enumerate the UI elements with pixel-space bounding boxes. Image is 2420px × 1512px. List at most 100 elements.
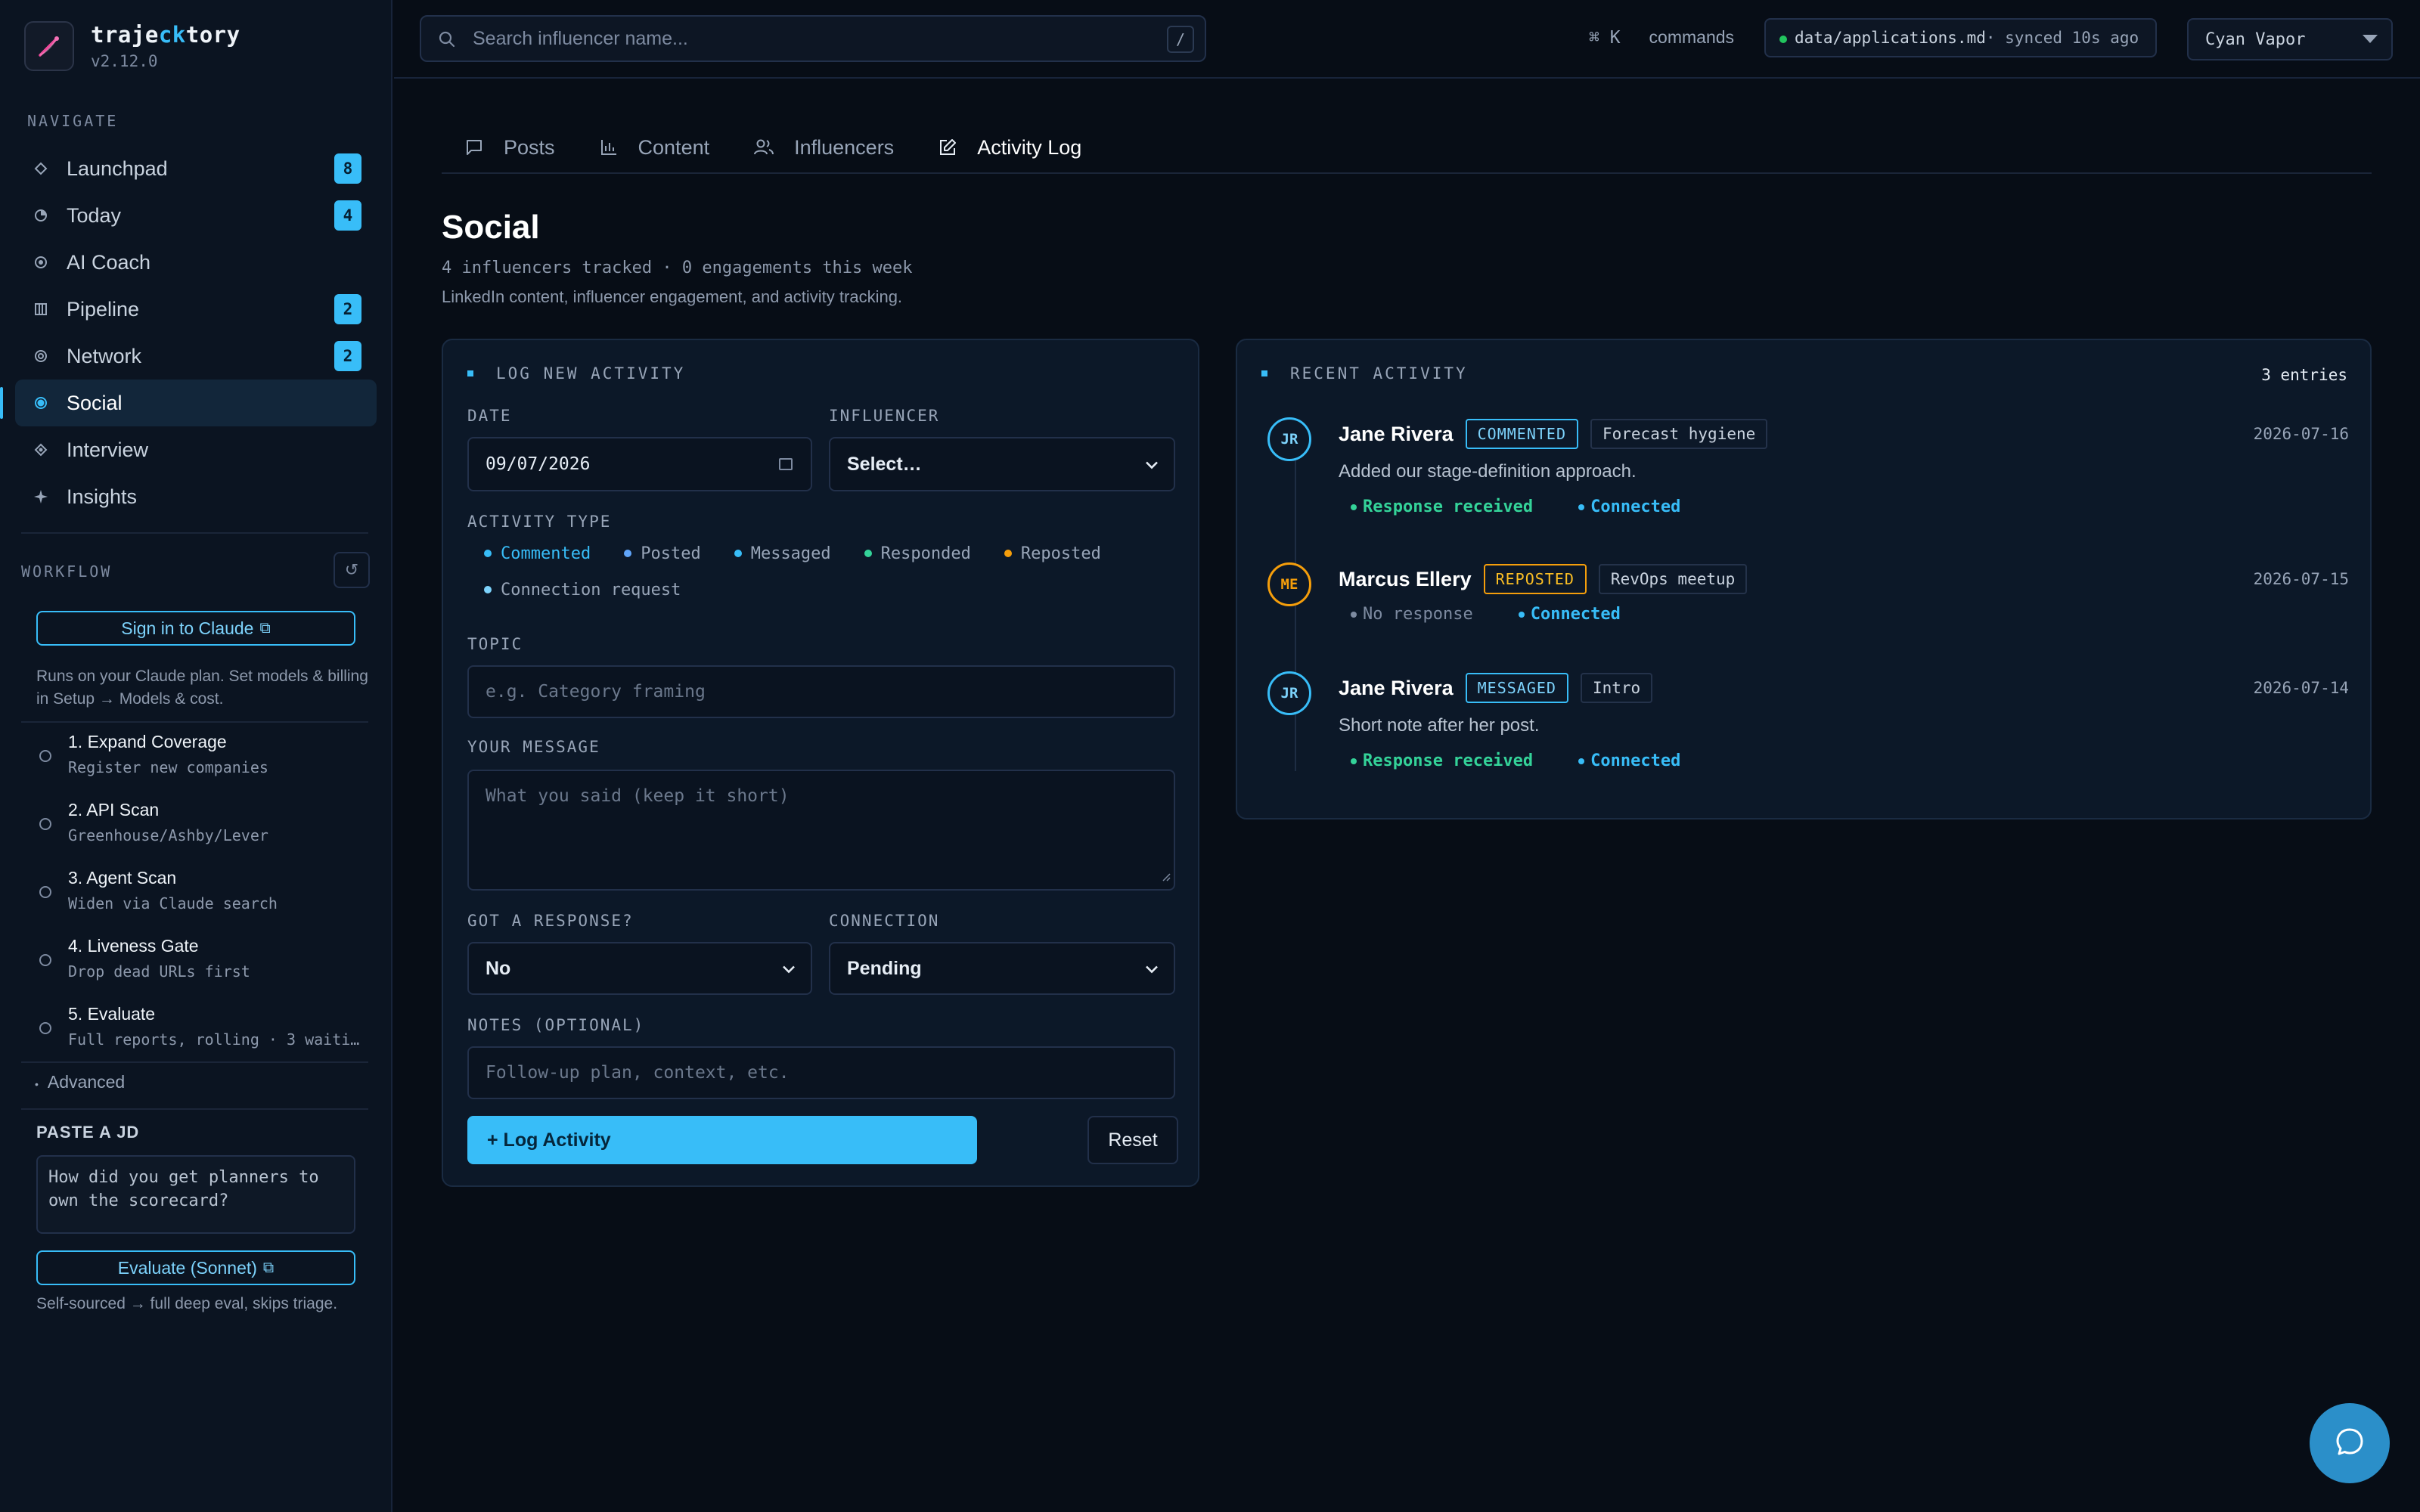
sign-in-claude-button[interactable]: Sign in to Claude ⧉ xyxy=(36,611,355,646)
log-activity-button[interactable]: + Log Activity xyxy=(467,1116,977,1164)
chip-label: Posted xyxy=(641,544,701,563)
workflow-step[interactable]: 3. Agent Scan Widen via Claude search xyxy=(21,860,369,928)
workflow-step[interactable]: 2. API Scan Greenhouse/Ashby/Lever xyxy=(21,792,369,860)
sidebar-item-launchpad[interactable]: Launchpad 8 xyxy=(15,145,377,192)
dot-icon xyxy=(1578,758,1585,764)
connection-text: Connected xyxy=(1590,751,1681,770)
dot-icon xyxy=(1578,503,1585,510)
brand[interactable]: trajecktory v2.12.0 xyxy=(24,21,240,71)
response-text: No response xyxy=(1363,605,1473,624)
activity-type-options: Commented Posted Messaged Responded Repo… xyxy=(467,543,1178,600)
count-badge: 2 xyxy=(334,341,361,371)
evaluate-button[interactable]: Evaluate (Sonnet) ⧉ xyxy=(36,1250,355,1285)
activity-status: No response Connected xyxy=(1339,605,1654,624)
divider xyxy=(21,1061,368,1063)
count-badge: 4 xyxy=(334,200,361,231)
influencer-select[interactable]: Select… xyxy=(829,437,1175,491)
influencer-name[interactable]: Jane Rivera xyxy=(1339,423,1454,446)
tab-content[interactable]: Content xyxy=(576,121,731,174)
bullet-icon: • xyxy=(35,1078,39,1090)
step-status-icon xyxy=(39,750,51,762)
dot-icon xyxy=(1518,611,1525,618)
sidebar-item-interview[interactable]: Interview xyxy=(15,426,377,473)
tab-label: Influencers xyxy=(794,135,895,159)
influencer-value: Select… xyxy=(847,453,922,475)
count-badge: 2 xyxy=(334,294,361,324)
search-shortcut-key: / xyxy=(1167,26,1194,53)
influencer-name[interactable]: Marcus Ellery xyxy=(1339,568,1472,591)
trajectory-logo-icon xyxy=(24,21,74,71)
response-status: No response xyxy=(1351,605,1473,624)
diamond-outline-icon xyxy=(33,161,48,176)
tab-posts[interactable]: Posts xyxy=(442,121,576,174)
dot-icon xyxy=(624,550,632,557)
activity-type-tag: COMMENTED xyxy=(1465,419,1578,449)
resize-handle-icon[interactable] xyxy=(1162,866,1171,886)
step-title: 3. Agent Scan xyxy=(68,868,177,888)
response-value: No xyxy=(486,957,511,979)
workflow-step[interactable]: 5. Evaluate Full reports, rolling · 3 wa… xyxy=(21,996,369,1064)
influencer-name[interactable]: Jane Rivera xyxy=(1339,677,1454,700)
command-palette-button[interactable]: ⌘ K commands xyxy=(1589,27,1734,48)
activity-status: Response received Connected xyxy=(1339,751,1714,770)
activity-entry[interactable]: JR Jane Rivera MESSAGED Intro 2026-07-14… xyxy=(1267,671,2349,792)
message-placeholder: What you said (keep it short) xyxy=(486,786,790,806)
workflow-section-label: WORKFLOW xyxy=(21,562,113,581)
message-textarea[interactable]: What you said (keep it short) xyxy=(467,770,1175,891)
activity-type-responded[interactable]: Responded xyxy=(848,543,988,564)
search-icon xyxy=(438,30,456,52)
response-select[interactable]: No xyxy=(467,942,812,995)
advanced-toggle[interactable]: • Advanced xyxy=(35,1072,125,1092)
network-icon xyxy=(33,349,48,364)
chip-label: Reposted xyxy=(1020,544,1101,563)
date-field[interactable]: 09/07/2026 xyxy=(467,437,812,491)
sidebar-item-network[interactable]: Network 2 xyxy=(15,333,377,380)
chat-button[interactable] xyxy=(2310,1403,2390,1483)
activity-entry[interactable]: JR Jane Rivera COMMENTED Forecast hygien… xyxy=(1267,417,2349,538)
date-value: 09/07/2026 xyxy=(486,454,591,474)
activity-type-messaged[interactable]: Messaged xyxy=(718,543,848,564)
tab-influencers[interactable]: Influencers xyxy=(731,121,915,174)
reset-button[interactable]: Reset xyxy=(1087,1116,1178,1164)
sidebar-item-pipeline[interactable]: Pipeline 2 xyxy=(15,286,377,333)
activity-type-commented[interactable]: Commented xyxy=(467,543,607,564)
activity-date: 2026-07-14 xyxy=(2253,679,2349,697)
sidebar-item-ai-coach[interactable]: AI Coach xyxy=(15,239,377,286)
theme-select[interactable]: Cyan Vapor xyxy=(2187,18,2393,60)
response-text: Response received xyxy=(1363,751,1534,770)
activity-type-posted[interactable]: Posted xyxy=(607,543,717,564)
activity-type-tag: REPOSTED xyxy=(1483,564,1587,594)
step-status-icon xyxy=(39,1022,51,1034)
activity-type-label: ACTIVITY TYPE xyxy=(467,513,612,531)
theme-value: Cyan Vapor xyxy=(2205,29,2306,49)
sync-status[interactable]: data/applications.md · synced 10s ago xyxy=(1764,18,2158,57)
refresh-icon[interactable]: ↺ xyxy=(334,552,370,588)
workflow-step[interactable]: 4. Liveness Gate Drop dead URLs first xyxy=(21,928,369,996)
page-subtitle: 4 influencers tracked · 0 engagements th… xyxy=(442,259,913,277)
dot-icon xyxy=(484,550,492,557)
sidebar-item-social[interactable]: Social xyxy=(0,380,377,426)
workflow-step[interactable]: 1. Expand Coverage Register new companie… xyxy=(21,724,369,792)
step-title: 4. Liveness Gate xyxy=(68,936,199,956)
divider xyxy=(21,1108,368,1110)
activity-type-reposted[interactable]: Reposted xyxy=(988,543,1118,564)
response-label: GOT A RESPONSE? xyxy=(467,912,634,930)
paste-jd-textarea[interactable]: How did you get planners to own the scor… xyxy=(36,1155,355,1234)
activity-type-connection-request[interactable]: Connection request xyxy=(467,579,1178,600)
notes-input[interactable]: Follow-up plan, context, etc. xyxy=(467,1046,1175,1099)
card-heading: LOG NEW ACTIVITY xyxy=(467,364,685,383)
sidebar-item-today[interactable]: Today 4 xyxy=(15,192,377,239)
dot-icon xyxy=(1004,550,1012,557)
bar-chart-icon xyxy=(599,138,619,157)
sidebar-item-label: Launchpad xyxy=(67,156,168,180)
connection-select[interactable]: Pending xyxy=(829,942,1175,995)
search-input[interactable]: Search influencer name... / xyxy=(420,15,1206,62)
sidebar-item-insights[interactable]: Insights xyxy=(15,473,377,520)
tab-bar: Posts Content Influencers Activity Log xyxy=(442,121,2372,174)
tab-activity-log[interactable]: Activity Log xyxy=(915,121,1103,174)
step-subtitle: Register new companies xyxy=(68,758,268,776)
topic-input[interactable]: e.g. Category framing xyxy=(467,665,1175,718)
step-title: 5. Evaluate xyxy=(68,1004,156,1024)
sidebar-nav: Launchpad 8 Today 4 AI Coach Pipeline 2 … xyxy=(0,145,377,520)
activity-entry[interactable]: ME Marcus Ellery REPOSTED RevOps meetup … xyxy=(1267,562,2349,646)
